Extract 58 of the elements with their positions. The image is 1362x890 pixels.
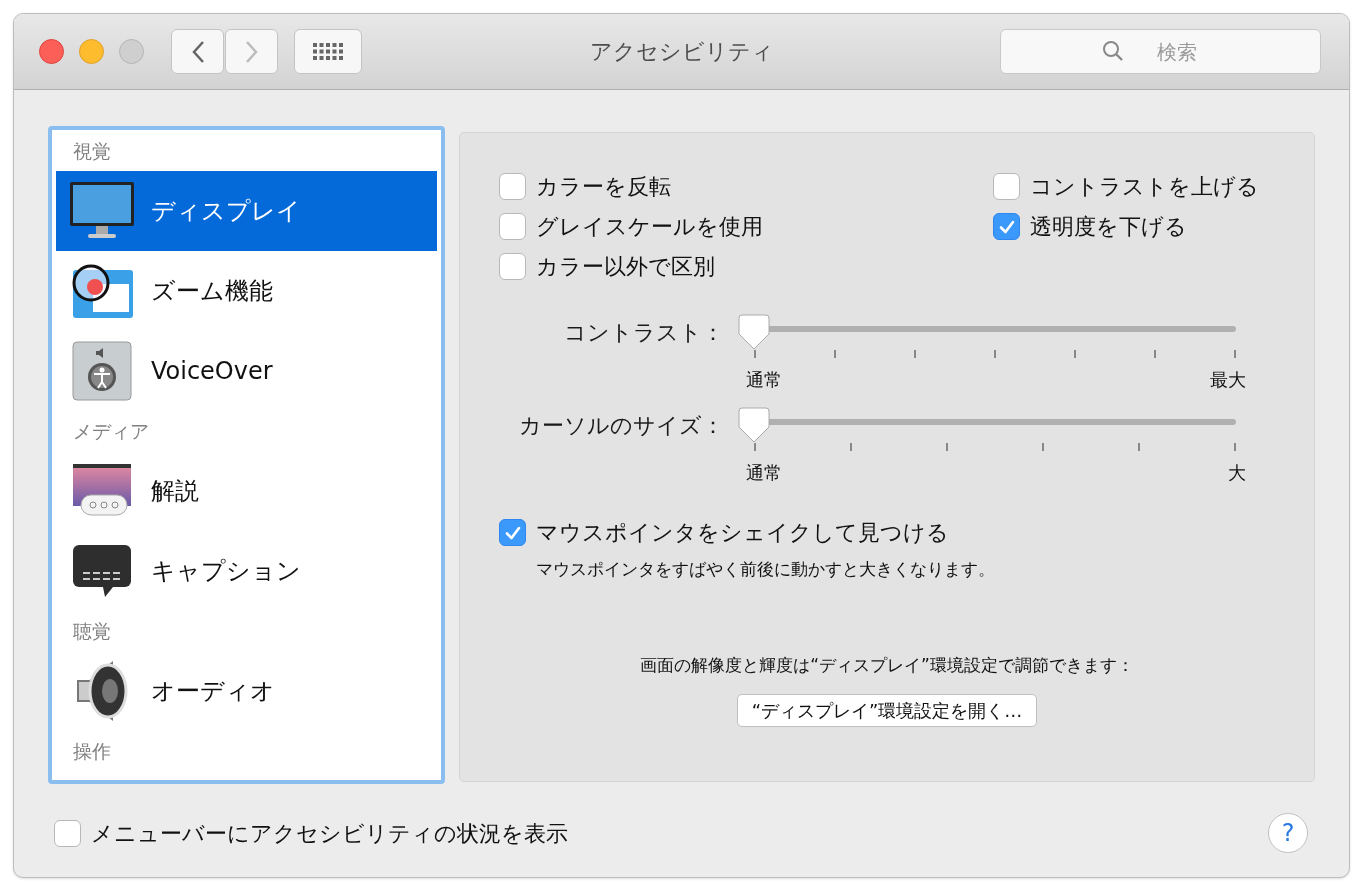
slider-label: カーソルのサイズ： xyxy=(518,412,725,440)
sidebar-item-label: VoiceOver xyxy=(151,356,273,387)
sidebar-item-label: オーディオ xyxy=(151,676,275,707)
checkbox[interactable] xyxy=(993,213,1020,240)
sidebar-item[interactable]: キャプション xyxy=(56,531,437,611)
slider-min-label: 通常 xyxy=(746,368,782,392)
checkbox[interactable] xyxy=(54,819,81,847)
slider-max-label: 大 xyxy=(1228,461,1246,485)
checkbox[interactable] xyxy=(993,173,1020,200)
help-button[interactable]: ? xyxy=(1268,813,1308,853)
slider-thumb[interactable] xyxy=(738,407,770,443)
sidebar-item[interactable]: ディスプレイ xyxy=(56,171,437,251)
accessibility-icon xyxy=(72,341,132,401)
checkbox-label: カラーを反転 xyxy=(536,173,671,201)
checkbox-description: マウスポインタをすばやく前後に動かすと大きくなります。 xyxy=(536,558,996,581)
window-title: アクセシビリティ xyxy=(589,38,774,66)
sidebar-item[interactable]: VoiceOver xyxy=(56,331,437,411)
minimize-button[interactable] xyxy=(79,39,104,64)
grid-icon xyxy=(313,42,343,61)
checkbox[interactable] xyxy=(499,519,526,546)
caption-bubble-icon xyxy=(71,543,133,599)
close-button[interactable] xyxy=(39,39,64,64)
sidebar-item-label: ズーム機能 xyxy=(151,276,273,307)
search-icon xyxy=(1102,40,1124,62)
monitor-icon xyxy=(69,181,135,241)
sidebar-section-header: 聴覚 xyxy=(72,618,112,644)
sidebar-item-label: 解説 xyxy=(151,476,199,507)
forward-button[interactable] xyxy=(225,29,278,74)
checkbox-label: メニューバーにアクセシビリティの状況を表示 xyxy=(91,819,568,848)
back-button[interactable] xyxy=(171,29,224,74)
checkbox-label: マウスポインタをシェイクして見つける xyxy=(536,519,949,547)
slider-thumb[interactable] xyxy=(738,314,770,350)
slider-max-label: 最大 xyxy=(1210,368,1246,392)
zoom-button[interactable] xyxy=(119,39,144,64)
display-settings-note: 画面の解像度と輝度は“ディスプレイ”環境設定で調節できます： xyxy=(640,653,1134,677)
checkbox-label: カラー以外で区別 xyxy=(536,253,715,281)
sidebar-item[interactable]: ズーム機能 xyxy=(56,251,437,331)
search-field[interactable]: 検索 xyxy=(1000,29,1321,74)
slider-min-label: 通常 xyxy=(746,461,782,485)
checkbox-label: コントラストを上げる xyxy=(1030,173,1259,201)
checkbox[interactable] xyxy=(499,173,526,200)
show-all-button[interactable] xyxy=(294,29,362,74)
sidebar-section-header: 視覚 xyxy=(72,138,112,164)
sidebar-item[interactable]: 解説 xyxy=(56,451,437,531)
sidebar-item-label: ディスプレイ xyxy=(151,196,301,227)
sidebar-item[interactable]: オーディオ xyxy=(56,651,437,731)
open-display-settings-button[interactable]: “ディスプレイ”環境設定を開く… xyxy=(736,694,1038,727)
magnifier-window-icon xyxy=(71,264,133,318)
chevron-left-icon xyxy=(190,39,205,64)
sidebar-item-label: キャプション xyxy=(151,556,301,587)
checkbox-label: グレイスケールを使用 xyxy=(536,213,763,241)
sidebar-section-header: メディア xyxy=(72,418,150,444)
checkbox-label: 透明度を下げる xyxy=(1030,213,1187,241)
slider-label: コントラスト： xyxy=(563,319,725,347)
chevron-right-icon xyxy=(244,39,259,64)
checkbox[interactable] xyxy=(499,213,526,240)
checkbox[interactable] xyxy=(499,253,526,280)
sidebar-section-header: 操作 xyxy=(72,738,112,764)
